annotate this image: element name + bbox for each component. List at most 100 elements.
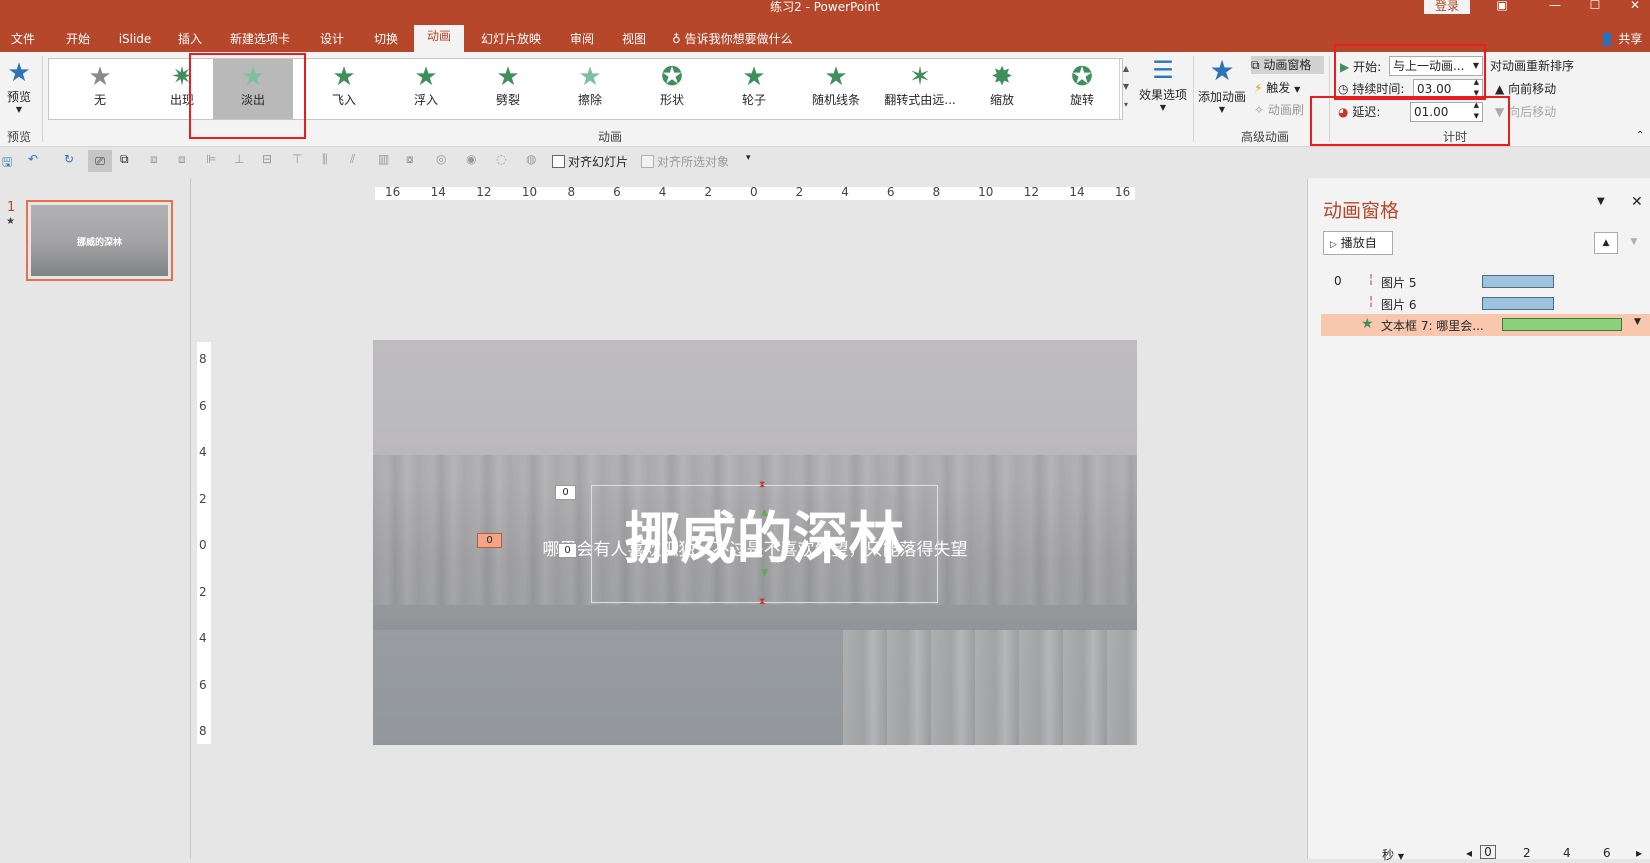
- distribute-h-icon[interactable]: ⫼: [322, 152, 328, 167]
- tab-slideshow[interactable]: 幻灯片放映: [474, 28, 548, 52]
- animation-list-item-selected[interactable]: ★ 文本框 7: 哪里会... ▼: [1321, 314, 1650, 336]
- reorder-title: 对动画重新排序: [1490, 59, 1575, 73]
- animation-shape[interactable]: ✪ 形状: [633, 59, 711, 119]
- move-up-button[interactable]: ▲: [1594, 232, 1618, 254]
- tab-animations[interactable]: 动画: [414, 25, 464, 52]
- same-size-icon[interactable]: ▥: [378, 152, 389, 166]
- align-top-icon[interactable]: ⊥: [234, 152, 244, 166]
- tab-view[interactable]: 视图: [614, 28, 654, 52]
- scroll-up-icon[interactable]: ▲: [1121, 60, 1131, 78]
- close-window-icon[interactable]: ✕: [1620, 0, 1650, 12]
- customize-qat-icon[interactable]: ▾: [746, 153, 751, 163]
- move-down-button[interactable]: ▼: [1622, 232, 1646, 254]
- align-right-icon[interactable]: ⊫: [206, 152, 216, 166]
- animation-fly-in[interactable]: ★ 飞入: [305, 59, 383, 119]
- title-textbox[interactable]: 挪威的深林: [591, 485, 938, 603]
- tell-me-search[interactable]: ♁ 告诉我你想要做什么: [672, 28, 812, 52]
- effect-options-button[interactable]: ☰ 效果选项 ▼: [1135, 54, 1191, 112]
- layer-icon[interactable]: ⧇: [406, 152, 414, 167]
- distribute-v-icon[interactable]: ⫽: [350, 152, 355, 167]
- group-icon[interactable]: ⧉: [120, 152, 129, 167]
- scroll-right-icon[interactable]: ▸: [1636, 846, 1642, 860]
- tab-transitions[interactable]: 切换: [366, 28, 406, 52]
- animation-pane-button[interactable]: ⧉ 动画窗格: [1251, 56, 1324, 74]
- animation-wheel[interactable]: ★ 轮子: [715, 59, 793, 119]
- shape-fragment-icon[interactable]: ◌: [496, 152, 506, 166]
- animation-none[interactable]: ★ 无: [61, 59, 139, 119]
- timeline-scale-6: 6: [1603, 846, 1611, 860]
- animation-painter-button[interactable]: ✧ 动画刷: [1254, 101, 1304, 119]
- shape-intersect-icon[interactable]: ◍: [526, 152, 536, 166]
- move-earlier-button[interactable]: ▲ 向前移动: [1495, 81, 1556, 97]
- chevron-down-icon: ▼: [1294, 85, 1301, 94]
- animation-random-bars[interactable]: ★ 随机线条: [797, 59, 875, 119]
- animation-zoom[interactable]: ✸ 缩放: [963, 59, 1041, 119]
- record-icon[interactable]: ⎚: [88, 150, 112, 172]
- person-icon: 👤: [1599, 32, 1615, 46]
- rotate-handle-bottom-icon[interactable]: ⧗: [759, 597, 765, 607]
- undo-icon[interactable]: ↶: [28, 152, 38, 166]
- animation-tag[interactable]: 0: [558, 543, 577, 558]
- gallery-more-icon[interactable]: ▾: [1121, 96, 1131, 114]
- animation-list-item[interactable]: 0 ¦ 图片 5: [1321, 271, 1650, 293]
- maximize-icon[interactable]: ☐: [1580, 0, 1610, 12]
- tab-review[interactable]: 审阅: [562, 28, 602, 52]
- animation-list-item[interactable]: ¦ 图片 6: [1321, 293, 1650, 315]
- scroll-down-icon[interactable]: ▼: [1121, 78, 1131, 96]
- minimize-icon[interactable]: —: [1540, 0, 1570, 12]
- ruler-label: 16: [1115, 185, 1131, 199]
- animation-label: 劈裂: [495, 93, 520, 107]
- slide-thumbnail[interactable]: 挪威的深林: [26, 200, 173, 281]
- timeline-bar[interactable]: [1482, 275, 1554, 288]
- animation-tag-selected[interactable]: 0: [477, 533, 502, 548]
- lightning-icon: ⚡: [1254, 81, 1263, 95]
- tab-new[interactable]: 新建选项卡: [224, 28, 296, 52]
- redo-icon[interactable]: ↻: [64, 152, 74, 166]
- motion-start-icon[interactable]: ▲: [761, 508, 768, 518]
- animation-tag[interactable]: 0: [555, 485, 576, 500]
- seconds-dropdown[interactable]: 秒 ▼: [1382, 846, 1404, 863]
- animation-float-in[interactable]: ★ 浮入: [387, 59, 465, 119]
- align-left-icon[interactable]: ⧈: [150, 152, 158, 167]
- close-pane-icon[interactable]: ✕: [1631, 194, 1643, 210]
- ruler-label: 14: [430, 185, 446, 199]
- animation-split[interactable]: ★ 劈裂: [469, 59, 547, 119]
- add-animation-button[interactable]: ★ 添加动画 ▼: [1196, 54, 1248, 114]
- tab-home[interactable]: 开始: [56, 28, 100, 52]
- scroll-left-icon[interactable]: ◂: [1466, 846, 1472, 860]
- ribbon-display-icon[interactable]: ▣: [1487, 0, 1517, 12]
- seconds-label: 秒: [1382, 848, 1395, 862]
- slide-canvas[interactable]: 哪里会有人喜欢孤独，不过是不喜欢失望，只能落得失望 挪威的深林 ⧗ ⧗ ▲ ▼ …: [373, 340, 1137, 745]
- shape-union-icon[interactable]: ◎: [436, 152, 446, 166]
- animation-pane-label: 动画窗格: [1263, 58, 1312, 72]
- save-icon[interactable]: 🖫: [2, 153, 12, 174]
- play-from-button[interactable]: ▷ 播放自: [1323, 231, 1393, 255]
- shape-combine-icon[interactable]: ◉: [466, 152, 476, 166]
- thumbnail-image: 挪威的深林: [31, 205, 168, 276]
- preview-button[interactable]: ★ 预览 ▼: [2, 58, 36, 114]
- rotate-handle-top-icon[interactable]: ⧗: [759, 480, 765, 490]
- share-button[interactable]: 👤 共享: [1596, 28, 1646, 52]
- pane-menu-icon[interactable]: ▼: [1597, 196, 1605, 207]
- ruler-label: 8: [199, 724, 207, 738]
- login-button[interactable]: 登录: [1424, 0, 1470, 14]
- item-dropdown-icon[interactable]: ▼: [1634, 317, 1641, 327]
- align-slide-checkbox[interactable]: [552, 155, 565, 168]
- animation-wipe[interactable]: ★ 擦除: [551, 59, 629, 119]
- animation-spin[interactable]: ✪ 旋转: [1043, 59, 1121, 119]
- gallery-scroll[interactable]: ▲ ▼ ▾: [1121, 60, 1131, 114]
- tab-file[interactable]: 文件: [4, 28, 42, 52]
- animation-grow-turn[interactable]: ✶ 翻转式由远...: [879, 59, 961, 119]
- motion-end-icon[interactable]: ▼: [761, 568, 768, 578]
- tab-insert[interactable]: 插入: [170, 28, 210, 52]
- timeline-bar[interactable]: [1502, 318, 1622, 331]
- tab-design[interactable]: 设计: [312, 28, 352, 52]
- collapse-ribbon-icon[interactable]: ⌃: [1636, 130, 1644, 141]
- trigger-button[interactable]: ⚡ 触发 ▼: [1254, 79, 1300, 99]
- align-center-icon[interactable]: ⧈: [178, 152, 186, 167]
- align-middle-icon[interactable]: ⊟: [262, 152, 272, 166]
- align-bottom-icon[interactable]: ⊤: [292, 152, 302, 166]
- timeline-bar[interactable]: [1482, 297, 1554, 310]
- tab-islide[interactable]: iSlide: [112, 28, 158, 52]
- align-selected-checkbox[interactable]: [641, 155, 654, 168]
